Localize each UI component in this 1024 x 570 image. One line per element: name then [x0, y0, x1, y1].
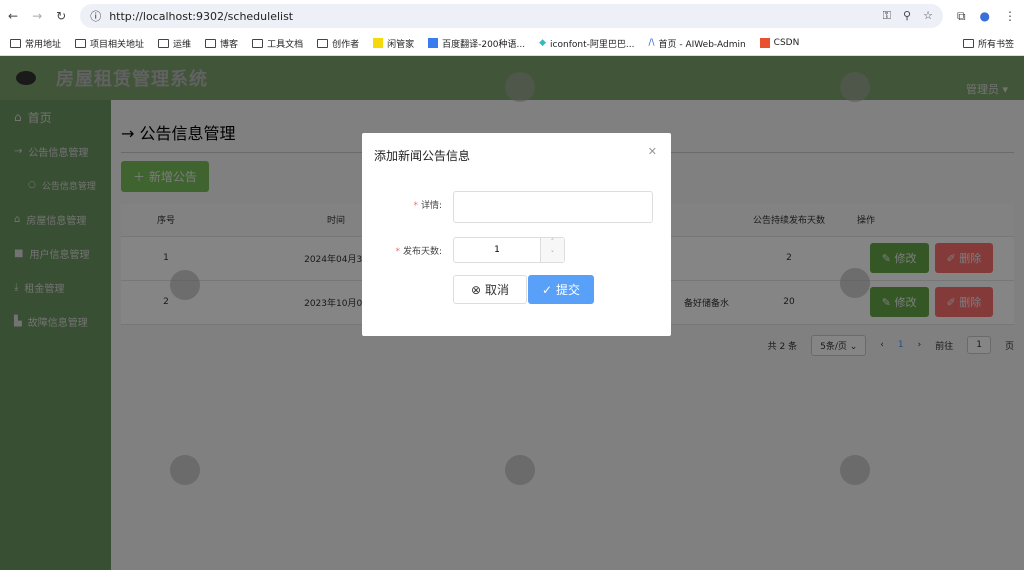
url-text: http://localhost:9302/schedulelist: [109, 9, 294, 23]
detail-label: * 详情:: [413, 201, 442, 211]
days-value[interactable]: 1: [454, 245, 540, 255]
watermark-icon: [840, 268, 870, 298]
star-icon[interactable]: ☆: [923, 9, 933, 23]
close-icon[interactable]: ✕: [648, 145, 657, 158]
all-bookmarks[interactable]: 所有书签: [962, 37, 1014, 50]
bookmark[interactable]: 创作者: [317, 37, 359, 50]
bookmark[interactable]: 工具文档: [252, 37, 303, 50]
menu-icon[interactable]: ⋮: [1004, 9, 1016, 23]
translate-icon: [428, 38, 439, 48]
bookmark[interactable]: 常用地址: [10, 37, 61, 50]
check-icon: ✓: [541, 282, 553, 297]
bookmark[interactable]: 百度翻译-200种语...: [428, 37, 525, 50]
days-label: * 发布天数:: [395, 247, 442, 257]
watermark-icon: [840, 455, 870, 485]
info-icon[interactable]: ⓘ: [90, 8, 101, 24]
bookmark[interactable]: /\ 首页 - AIWeb-Admin: [648, 37, 745, 50]
dialog-title: 添加新闻公告信息: [374, 149, 471, 163]
days-stepper[interactable]: 1 ˄ ˅: [453, 237, 565, 263]
button-label: 提交: [556, 283, 581, 297]
reload-icon[interactable]: ↻: [56, 9, 66, 23]
bookmarks-bar: 常用地址 项目相关地址 运维 博客 工具文档 创作者 闲管家 百度翻译-200种…: [0, 32, 1024, 54]
submit-button[interactable]: ✓ 提交: [528, 275, 594, 304]
cancel-button[interactable]: ⊗ 取消: [453, 275, 527, 304]
watermark-icon: [505, 455, 535, 485]
zoom-icon[interactable]: ⚲: [903, 9, 911, 23]
folder-icon: [205, 38, 217, 48]
decrement-icon[interactable]: ˅: [541, 250, 564, 262]
bookmark[interactable]: 博客: [205, 37, 238, 50]
watermark-icon: [505, 72, 535, 102]
site-icon: [373, 38, 384, 48]
folder-icon: [75, 38, 87, 48]
watermark-icon: [170, 455, 200, 485]
label-text: 发布天数:: [402, 247, 442, 257]
add-notice-dialog: 添加新闻公告信息 ✕ * 详情: * 发布天数: 1 ˄ ˅ ⊗ 取消 ✓ 提交: [362, 133, 671, 336]
iconfont-icon: ◆: [539, 38, 547, 48]
detail-textarea[interactable]: [453, 191, 653, 223]
watermark-icon: [840, 72, 870, 102]
back-icon[interactable]: ←: [8, 9, 18, 23]
label-text: 详情:: [420, 201, 442, 211]
folder-icon: [158, 38, 170, 48]
bookmark[interactable]: 运维: [158, 37, 191, 50]
browser-chrome: ← → ↻ ⓘ http://localhost:9302/scheduleli…: [0, 0, 1024, 56]
bookmark[interactable]: ◆ iconfont-阿里巴巴...: [539, 37, 634, 50]
folder-icon: [317, 38, 329, 48]
extensions-icon[interactable]: ⧉: [957, 9, 966, 24]
forward-icon[interactable]: →: [32, 9, 42, 23]
bookmark[interactable]: CSDN: [759, 38, 799, 48]
increment-icon[interactable]: ˄: [541, 238, 564, 250]
address-bar[interactable]: ⓘ http://localhost:9302/schedulelist ⚿ ⚲ ☆: [80, 4, 943, 28]
key-icon[interactable]: ⚿: [883, 9, 891, 23]
button-label: 取消: [485, 283, 510, 297]
close-circle-icon: ⊗: [470, 282, 482, 297]
bookmark[interactable]: 项目相关地址: [75, 37, 144, 50]
profile-icon[interactable]: ●: [980, 9, 990, 23]
watermark-icon: [170, 270, 200, 300]
bookmark[interactable]: 闲管家: [373, 37, 414, 50]
folder-icon: [252, 38, 264, 48]
folder-icon: [962, 38, 974, 48]
folder-icon: [10, 38, 21, 48]
csdn-icon: [759, 38, 770, 48]
aiweb-icon: /\: [648, 38, 655, 48]
